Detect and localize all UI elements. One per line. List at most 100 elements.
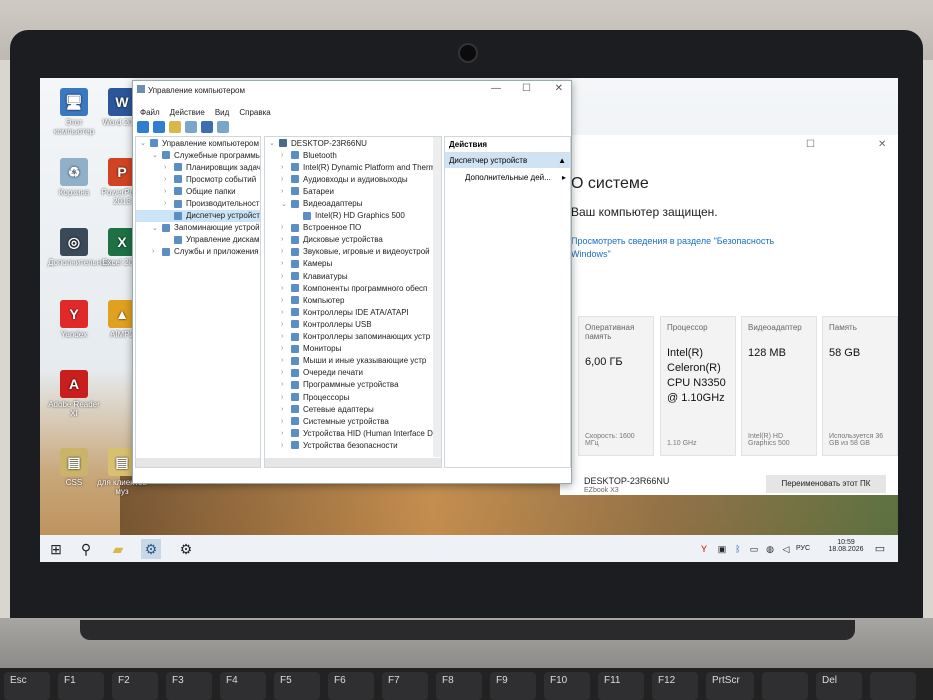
expand-arrow-icon[interactable]: ›: [281, 381, 291, 388]
volume-icon[interactable]: ◁: [776, 539, 796, 559]
expand-arrow-icon[interactable]: ›: [281, 176, 291, 183]
expand-arrow-icon[interactable]: ›: [281, 418, 291, 425]
security-link[interactable]: Просмотреть сведения в разделе "Безопасн…: [571, 235, 801, 261]
expand-arrow-icon[interactable]: ›: [281, 260, 291, 267]
clock[interactable]: 10:59 18.08.2026: [828, 539, 864, 553]
expand-arrow-icon[interactable]: ›: [281, 442, 291, 449]
settings-gear-icon[interactable]: ⚙: [176, 539, 196, 559]
menu-item[interactable]: Файл: [140, 108, 160, 117]
minimize-icon[interactable]: —: [491, 83, 501, 94]
expand-arrow-icon[interactable]: ›: [281, 369, 291, 376]
tree-item[interactable]: › Просмотр событий: [136, 173, 260, 185]
expand-arrow-icon[interactable]: ›: [281, 236, 291, 243]
forward-icon[interactable]: [153, 120, 165, 133]
vertical-scrollbar[interactable]: [433, 137, 441, 457]
expand-arrow-icon[interactable]: ›: [164, 176, 174, 183]
computer-management-window[interactable]: Управление компьютером — ☐ ✕ Файл Действи…: [132, 80, 572, 484]
start-windows-icon[interactable]: ⊞: [46, 539, 66, 559]
expand-arrow-icon[interactable]: ⌄: [281, 200, 291, 208]
device-category[interactable]: › Bluetooth: [265, 149, 441, 161]
expand-arrow-icon[interactable]: ⌄: [152, 224, 162, 232]
expand-arrow-icon[interactable]: ›: [164, 164, 174, 171]
desktop-icon[interactable]: A Adobe Reader XI: [48, 370, 100, 418]
device-category[interactable]: › Клавиатуры: [265, 270, 441, 282]
device-category[interactable]: › Контроллеры запоминающих устр: [265, 331, 441, 343]
tree-item[interactable]: Диспетчер устройств: [136, 209, 260, 222]
expand-arrow-icon[interactable]: ›: [281, 394, 291, 401]
maximize-icon[interactable]: ☐: [522, 83, 531, 94]
expand-arrow-icon[interactable]: ›: [164, 200, 174, 207]
maximize-icon[interactable]: ☐: [806, 139, 815, 150]
device-category[interactable]: › Компоненты программного обесп: [265, 282, 441, 294]
desktop-icon[interactable]: ◎ Дополнительные...: [48, 228, 118, 267]
expand-arrow-icon[interactable]: ›: [281, 164, 291, 171]
device-category[interactable]: › Аудиовходы и аудиовыходы: [265, 173, 441, 185]
device-category[interactable]: › Очереди печати: [265, 367, 441, 379]
expand-arrow-icon[interactable]: ›: [281, 345, 291, 352]
menu-item[interactable]: Справка: [239, 108, 270, 117]
device-category[interactable]: › Контроллеры IDE ATA/ATAPI: [265, 306, 441, 318]
language-indicator[interactable]: РУС: [796, 545, 810, 552]
expand-arrow-icon[interactable]: ›: [281, 357, 291, 364]
expand-arrow-icon[interactable]: ›: [281, 152, 291, 159]
expand-arrow-icon[interactable]: ›: [281, 224, 291, 231]
tree-item[interactable]: › Общие папки: [136, 185, 260, 197]
tree-item[interactable]: ⌄ Управление компьютером (ло: [136, 137, 260, 149]
file-explorer-icon[interactable]: ▰: [108, 539, 128, 559]
yandex-tray-icon[interactable]: Y: [694, 539, 714, 559]
tree-item[interactable]: › Производительность: [136, 197, 260, 209]
tree-item[interactable]: Управление дисками: [136, 234, 260, 246]
expand-arrow-icon[interactable]: ›: [281, 248, 291, 255]
expand-arrow-icon[interactable]: ›: [152, 248, 162, 255]
device-root[interactable]: ⌄ DESKTOP-23R66NU: [265, 137, 441, 149]
tree-item[interactable]: ⌄ Служебные программы: [136, 149, 260, 161]
expand-arrow-icon[interactable]: ›: [281, 285, 291, 292]
device-list[interactable]: ⌄ DESKTOP-23R66NU › Bluetooth › Intel(R) Dyna…: [264, 136, 442, 468]
device-category[interactable]: › Камеры: [265, 258, 441, 270]
notifications-icon[interactable]: ▭: [870, 539, 890, 559]
menu-item[interactable]: Вид: [215, 108, 229, 117]
desktop-icon[interactable]: ▤ CSS: [48, 448, 100, 487]
device-category[interactable]: › Дисковые устройства: [265, 234, 441, 246]
up-folder-icon[interactable]: [169, 120, 181, 133]
search-icon[interactable]: ⚲: [76, 539, 96, 559]
expand-arrow-icon[interactable]: ›: [281, 309, 291, 316]
device-category[interactable]: › Встроенное ПО: [265, 222, 441, 234]
device-category[interactable]: ⌄ Видеоадаптеры: [265, 197, 441, 209]
expand-arrow-icon[interactable]: ⌄: [140, 139, 150, 147]
device-category[interactable]: › Процессоры: [265, 391, 441, 403]
tree-item[interactable]: › Планировщик задач: [136, 161, 260, 173]
expand-arrow-icon[interactable]: ›: [281, 297, 291, 304]
device-category[interactable]: › Батареи: [265, 185, 441, 197]
device-category[interactable]: › Программные устройства: [265, 379, 441, 391]
device-category[interactable]: › Устройства безопасности: [265, 439, 441, 451]
expand-arrow-icon[interactable]: ›: [281, 321, 291, 328]
desktop-icon[interactable]: ♻ Корзина: [48, 158, 100, 197]
help-icon[interactable]: [201, 120, 213, 133]
more-actions[interactable]: Дополнительные дей... ▸: [445, 168, 570, 182]
back-icon[interactable]: [137, 120, 149, 133]
device-category[interactable]: › Системные устройства: [265, 415, 441, 427]
desktop-icon[interactable]: 🖥 Этот компьютер: [48, 88, 100, 136]
expand-arrow-icon[interactable]: ⌄: [152, 151, 162, 159]
rename-pc-button[interactable]: Переименовать этот ПК: [766, 475, 886, 493]
close-icon[interactable]: ✕: [878, 139, 886, 150]
console-tree[interactable]: ⌄Управление компьютером (ло⌄Служебные пр…: [135, 136, 261, 468]
properties-icon[interactable]: [217, 120, 229, 133]
device-category[interactable]: › Контроллеры USB: [265, 318, 441, 330]
menu-item[interactable]: Действие: [170, 108, 205, 117]
device-category[interactable]: › Компьютер: [265, 294, 441, 306]
desktop-icon[interactable]: Y Yandex: [48, 300, 100, 339]
actions-section[interactable]: Диспетчер устройств ▲: [445, 153, 570, 168]
tree-item[interactable]: › Службы и приложения: [136, 246, 260, 258]
device-category[interactable]: › Intel(R) Dynamic Platform and Therm: [265, 161, 441, 173]
expand-arrow-icon[interactable]: ›: [281, 273, 291, 280]
expand-arrow-icon[interactable]: ⌄: [269, 139, 279, 147]
expand-arrow-icon[interactable]: ›: [164, 188, 174, 195]
close-icon[interactable]: ✕: [555, 83, 563, 94]
console-tree-icon[interactable]: [185, 120, 197, 133]
device-category[interactable]: › Устройства HID (Human Interface D: [265, 427, 441, 439]
expand-arrow-icon[interactable]: ›: [281, 406, 291, 413]
device-category[interactable]: › Сетевые адаптеры: [265, 403, 441, 415]
expand-arrow-icon[interactable]: ›: [281, 430, 291, 437]
